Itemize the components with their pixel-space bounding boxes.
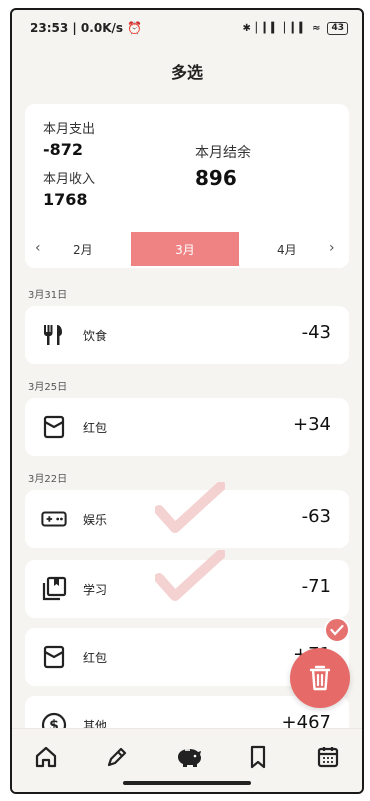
record-category: 红包 <box>83 421 108 435</box>
expense-label: 本月支出 <box>43 122 96 137</box>
fork-knife-icon <box>41 322 67 348</box>
home-indicator <box>123 781 251 785</box>
record-row-selected[interactable]: 学习 -71 <box>25 550 349 618</box>
nav-bookmark[interactable] <box>244 743 272 771</box>
piggy-bank-icon <box>178 749 201 767</box>
record-list-scroll[interactable]: 本月支出 -872 本月收入 1768 本月结余 896 ‹ 2月 3月 4月 … <box>12 96 362 728</box>
alarm-icon: ⏰ <box>127 21 143 35</box>
wifi-icon: ≈ <box>312 22 321 34</box>
nav-home[interactable] <box>32 743 60 771</box>
page-title: 多选 <box>170 63 203 82</box>
record-row[interactable]: 红包 +34 <box>25 398 349 456</box>
nav-budget[interactable] <box>174 743 202 771</box>
home-icon <box>35 746 57 768</box>
svg-text:$: $ <box>49 718 59 728</box>
status-time: 23:53 | 0.0K/s ⏰ <box>30 21 142 35</box>
selected-check-icon <box>155 482 225 533</box>
date-header: 3月22日 <box>28 474 68 485</box>
signal-icon: ▏▎▍ <box>284 22 308 34</box>
status-icons: ✱ ▏▎▍ ▏▎▍ ≈ 43 <box>242 21 348 35</box>
income-value: 1768 <box>43 190 88 209</box>
record-amount: +467 <box>281 712 331 728</box>
nav-record[interactable] <box>103 743 131 771</box>
selected-check-icon <box>155 550 225 601</box>
record-category: 其他 <box>83 719 108 728</box>
trash-icon <box>309 665 331 691</box>
month-prev[interactable]: 2月 <box>73 241 93 258</box>
status-time-speed: 23:53 | 0.0K/s <box>30 21 124 35</box>
balance-value: 896 <box>195 166 237 190</box>
calendar-icon <box>317 747 339 768</box>
bluetooth-icon: ✱ <box>242 22 251 34</box>
expense-value: -872 <box>43 140 84 159</box>
date-header: 3月31日 <box>28 290 68 301</box>
income-label: 本月收入 <box>43 172 96 187</box>
chevron-left-icon[interactable]: ‹ <box>35 240 41 256</box>
record-category: 饮食 <box>83 329 108 343</box>
selection-check-badge <box>324 617 350 643</box>
battery-icon: 43 <box>327 21 348 35</box>
record-category: 娱乐 <box>83 513 108 527</box>
red-envelope-icon <box>41 644 67 670</box>
record-amount: +34 <box>293 414 331 435</box>
pen-icon <box>107 747 127 767</box>
status-bar: 23:53 | 0.0K/s ⏰ ✱ ▏▎▍ ▏▎▍ ≈ 43 <box>12 10 362 46</box>
red-envelope-icon <box>41 414 67 440</box>
books-icon <box>41 576 67 602</box>
record-amount: -43 <box>301 322 331 343</box>
signal-icon: ▏▎▍ <box>255 22 279 34</box>
phone-frame: 23:53 | 0.0K/s ⏰ ✱ ▏▎▍ ▏▎▍ ≈ 43 多选 本月支出 … <box>10 8 364 794</box>
nav-calendar[interactable] <box>314 743 342 771</box>
record-category: 学习 <box>83 583 108 597</box>
balance-label: 本月结余 <box>195 145 251 161</box>
month-next[interactable]: 4月 <box>277 241 297 258</box>
chevron-right-icon[interactable]: › <box>329 240 335 256</box>
bookmark-icon <box>250 745 266 769</box>
record-row-selected[interactable]: 娱乐 -63 <box>25 482 349 548</box>
record-category: 红包 <box>83 651 108 665</box>
month-summary-card: 本月支出 -872 本月收入 1768 本月结余 896 ‹ 2月 3月 4月 … <box>25 104 349 268</box>
record-row[interactable]: 饮食 -43 <box>25 306 349 364</box>
date-header: 3月25日 <box>28 382 68 393</box>
record-amount: -63 <box>301 506 331 527</box>
dollar-coin-icon: $ <box>41 712 67 728</box>
month-selector: ‹ 2月 3月 4月 › <box>25 232 349 266</box>
gamepad-icon <box>41 506 67 532</box>
month-current[interactable]: 3月 <box>131 232 239 266</box>
record-amount: -71 <box>301 576 331 597</box>
delete-button[interactable] <box>290 648 350 708</box>
